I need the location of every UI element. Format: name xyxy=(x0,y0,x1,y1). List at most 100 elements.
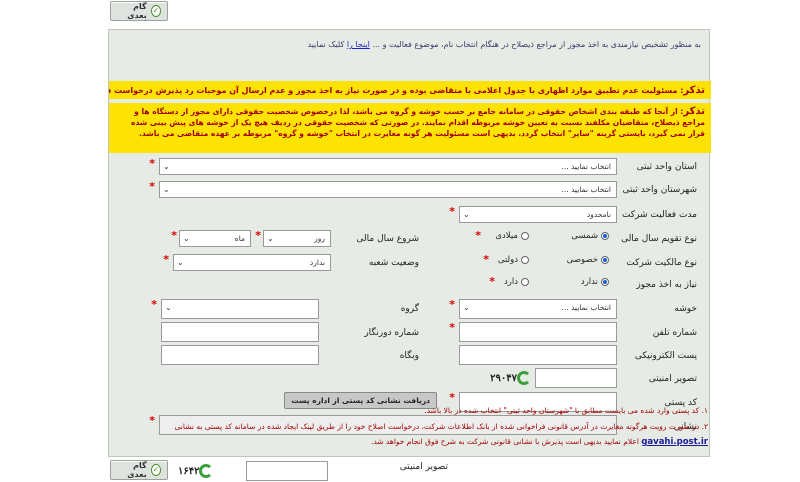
email-label: پست الکترونیکی xyxy=(634,351,697,361)
warning-box-2: تذکر: از آنجا که طبقه بندی اشخاص حقوقی د… xyxy=(109,103,711,153)
warning-box-1: تذکر: مسئولیت عدم تطبیق موارد اظهاری با … xyxy=(109,81,711,99)
chevron-down-icon: ⌄ xyxy=(177,258,184,267)
radio-selected-icon xyxy=(601,278,609,286)
chevron-down-icon: ⌄ xyxy=(163,185,170,194)
next-step-label: گام بعدی xyxy=(127,2,147,20)
fiscal-month-select[interactable]: ماه ⌄ xyxy=(179,230,251,247)
required-marker: * xyxy=(171,229,177,242)
license-yes-label: دارد xyxy=(503,277,518,287)
branch-select[interactable]: ندارد ⌄ xyxy=(173,254,331,271)
required-marker: * xyxy=(489,275,495,288)
required-marker: * xyxy=(149,180,155,193)
required-marker: * xyxy=(255,229,261,242)
warning-text-1: : مسئولیت عدم تطبیق موارد اظهاری با جدول… xyxy=(109,86,684,95)
license-no-label: ندارد xyxy=(580,277,598,287)
radio-selected-icon xyxy=(601,256,609,264)
province-select-value: انتخاب نمایید ... xyxy=(561,162,611,171)
group-label: گروه xyxy=(400,304,419,314)
gavahi-link[interactable]: gavahi.post.ir xyxy=(641,437,708,447)
fiscal-month-value: ماه xyxy=(234,234,245,243)
chevron-down-icon: ⌄ xyxy=(463,303,470,312)
province-select[interactable]: انتخاب نمایید ... ⌄ xyxy=(159,158,617,175)
website-input[interactable] xyxy=(161,345,319,365)
required-marker: * xyxy=(483,253,489,266)
fax-input[interactable] xyxy=(161,322,319,342)
license-yes-radio[interactable]: دارد xyxy=(504,277,529,287)
duration-label: مدت فعالیت شرکت xyxy=(621,210,697,220)
intro-after-link: کلیک نمایید xyxy=(307,40,347,49)
get-address-button[interactable]: دریافت نشانی کد پستی از اداره پست xyxy=(284,392,437,409)
calendar-label: نوع تقویم سال مالی xyxy=(621,234,697,244)
fiscal-day-select[interactable]: روز ⌄ xyxy=(263,230,331,247)
captcha-label: تصویر امنیتی xyxy=(648,374,697,384)
next-step-button[interactable]: ✓ گام بعدی xyxy=(110,1,168,21)
warning-title-2: تذکر xyxy=(683,106,705,117)
group-select[interactable]: ⌄ xyxy=(161,299,319,319)
ownership-private-radio[interactable]: خصوصی xyxy=(567,255,609,265)
calendar-shamsi-label: شمسی xyxy=(571,231,598,241)
required-marker: * xyxy=(163,253,169,266)
required-marker: * xyxy=(149,157,155,170)
chevron-down-icon: ⌄ xyxy=(267,234,274,243)
city-select-value: انتخاب نمایید ... xyxy=(561,185,611,194)
chevron-down-icon: ⌄ xyxy=(463,210,470,219)
city-select[interactable]: انتخاب نمایید ... ⌄ xyxy=(159,181,617,198)
fiscal-day-value: روز xyxy=(314,234,325,243)
radio-empty-icon xyxy=(521,278,529,286)
captcha-text: ۲۹۰۴۷ xyxy=(490,372,517,384)
phone-input[interactable] xyxy=(459,322,617,342)
intro-text: به منظور تشخیص نیازمندی به اخذ مجوز از م… xyxy=(308,40,701,49)
required-marker: * xyxy=(449,391,455,404)
footer-captcha-input[interactable] xyxy=(246,461,328,481)
cluster-select-value: انتخاب نمایید ... xyxy=(561,303,611,312)
next-step-button-bottom[interactable]: ✓ گام بعدی xyxy=(110,460,168,480)
calendar-miladi-radio[interactable]: میلادی xyxy=(495,231,529,241)
cluster-label: خوشه xyxy=(674,304,697,314)
required-marker: * xyxy=(449,298,455,311)
note-2: ۲. در صورت رویت هرگونه مغایرت در آدرس قا… xyxy=(174,422,708,431)
required-marker: * xyxy=(449,321,455,334)
radio-empty-icon xyxy=(521,256,529,264)
warning-title-1: تذکر xyxy=(683,85,705,96)
ownership-state-radio[interactable]: دولتی xyxy=(498,255,529,265)
radio-empty-icon xyxy=(521,232,529,240)
email-input[interactable] xyxy=(459,345,617,365)
required-marker: * xyxy=(149,414,155,427)
ownership-label: نوع مالکیت شرکت xyxy=(626,258,697,268)
intro-link[interactable]: اینجا را xyxy=(347,40,370,49)
footer-captcha-text: ۱۶۴۲ xyxy=(178,465,200,477)
province-label: استان واحد ثبتی xyxy=(636,162,697,172)
fiscal-start-label: شروع سال مالی xyxy=(356,234,419,244)
required-marker: * xyxy=(449,205,455,218)
note-3-text: اعلام نمایید بدیهی است پذیرش با نشانی قا… xyxy=(370,437,642,446)
captcha-input[interactable] xyxy=(535,368,617,388)
website-label: وبگاه xyxy=(399,351,419,361)
ownership-private-label: خصوصی xyxy=(566,255,598,265)
footer-captcha-image: ۱۶۴۲ xyxy=(178,462,214,480)
chevron-down-icon: ⌄ xyxy=(163,162,170,171)
radio-selected-icon xyxy=(601,232,609,240)
ownership-state-label: دولتی xyxy=(497,255,518,265)
license-label: نیاز به اخذ مجوز xyxy=(636,280,697,290)
required-marker: * xyxy=(151,298,157,311)
intro-before-link: به منظور تشخیص نیازمندی به اخذ مجوز از م… xyxy=(369,40,701,49)
cluster-select[interactable]: انتخاب نمایید ... ⌄ xyxy=(459,299,617,319)
check-icon: ✓ xyxy=(150,5,161,17)
note-3: gavahi.post.ir اعلام نمایید بدیهی است پذ… xyxy=(371,437,708,447)
chevron-down-icon: ⌄ xyxy=(183,234,190,243)
phone-label: شماره تلفن xyxy=(652,328,697,338)
branch-label: وضعیت شعبه xyxy=(368,258,419,268)
duration-select-value: نامحدود xyxy=(586,210,611,219)
note-1: ۱. کد پستی وارد شده می بایست مطابق با "ش… xyxy=(424,406,708,415)
footer-captcha-label: تصویر امنیتی xyxy=(399,462,448,472)
chevron-down-icon: ⌄ xyxy=(165,303,172,312)
city-label: شهرستان واحد ثبتی xyxy=(622,185,697,195)
captcha-swirl-icon xyxy=(199,464,214,478)
license-no-radio[interactable]: ندارد xyxy=(581,277,609,287)
calendar-shamsi-radio[interactable]: شمسی xyxy=(571,231,609,241)
registration-form-panel: به منظور تشخیص نیازمندی به اخذ مجوز از م… xyxy=(108,29,711,457)
duration-select[interactable]: نامحدود ⌄ xyxy=(459,206,617,223)
calendar-miladi-label: میلادی xyxy=(495,231,518,241)
warning-text-2: : از آنجا که طبقه بندی اشخاص حقوقی در سا… xyxy=(130,107,705,138)
captcha-swirl-icon xyxy=(517,371,531,385)
